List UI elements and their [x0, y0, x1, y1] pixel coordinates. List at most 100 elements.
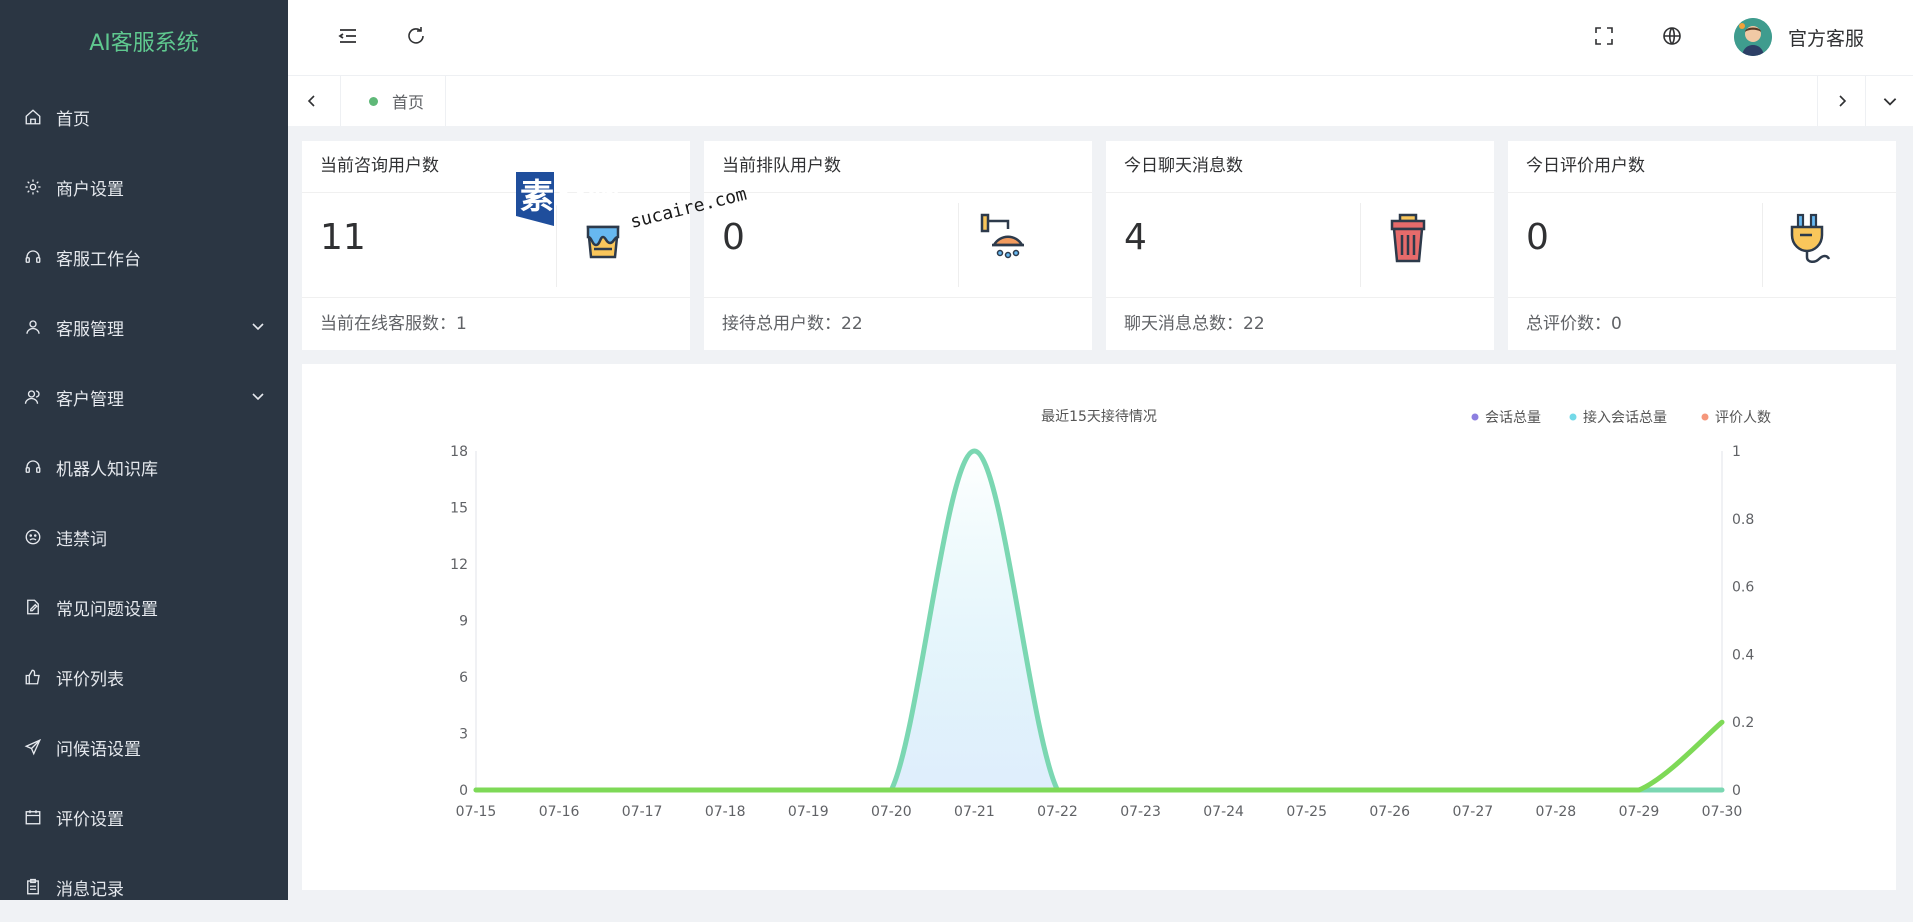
y-left-tick-label: 3	[459, 727, 468, 743]
sidebar-item-label: 问候语设置	[56, 739, 141, 760]
app-logo-title: AI客服系统	[89, 31, 199, 56]
stat-card-footer: 聊天消息总数：22	[1124, 314, 1265, 334]
y-right-tick-label: 0.8	[1732, 512, 1754, 528]
x-tick-label: 07-22	[1037, 804, 1078, 820]
chevron-down-icon	[1883, 98, 1897, 106]
tab-home[interactable]: 首页	[340, 76, 446, 126]
stat-card-footer: 接待总用户数：22	[722, 314, 863, 334]
user-menu[interactable]: 官方客服	[1734, 18, 1864, 56]
legend-marker	[1701, 413, 1709, 421]
x-tick-label: 07-25	[1286, 804, 1327, 820]
legend-label[interactable]: 会话总量	[1485, 410, 1541, 426]
chevron-left-icon	[307, 95, 315, 107]
sidebar-item-agent-management[interactable]: 客服管理	[0, 292, 288, 362]
refresh-icon[interactable]	[404, 24, 428, 48]
x-tick-label: 07-30	[1702, 804, 1743, 820]
watermark-logo: 素材熱 sucaire.com	[514, 168, 764, 238]
sidebar-item-label: 客户管理	[56, 389, 124, 410]
x-tick-label: 07-15	[456, 804, 497, 820]
home-icon	[24, 108, 42, 126]
thumbs-up-icon	[24, 668, 42, 686]
stat-card-value: 11	[320, 217, 366, 258]
menu-fold-icon[interactable]	[336, 24, 360, 48]
x-tick-label: 07-29	[1619, 804, 1660, 820]
sidebar-item-label: 违禁词	[56, 529, 107, 550]
x-tick-label: 07-20	[871, 804, 912, 820]
sidebar-item-greeting-settings[interactable]: 问候语设置	[0, 712, 288, 782]
edit-doc-icon	[24, 598, 42, 616]
stat-card-footer: 当前在线客服数：1	[320, 314, 467, 334]
reception-chart-panel: 最近15天接待情况 会话总量 接入会话总量 评价人数 0 3 6 9 12 15 18 0 0.2 0…	[302, 364, 1896, 890]
x-tick-label: 07-26	[1369, 804, 1410, 820]
headset-icon	[24, 458, 42, 476]
sidebar-item-merchant-settings[interactable]: 商户设置	[0, 152, 288, 222]
divider	[1360, 203, 1361, 287]
stat-card-footer: 总评价数：0	[1526, 314, 1622, 334]
tabs-menu-button[interactable]	[1865, 76, 1913, 126]
y-right-tick-label: 1	[1732, 444, 1741, 460]
x-tick-label: 07-24	[1203, 804, 1244, 820]
series-line	[473, 719, 1725, 793]
sidebar-item-robot-knowledge[interactable]: 机器人知识库	[0, 432, 288, 502]
fullscreen-icon[interactable]	[1592, 24, 1616, 48]
x-tick-label: 07-28	[1536, 804, 1577, 820]
stat-card-title: 今日评价用户数	[1508, 141, 1896, 193]
legend-marker	[1471, 413, 1479, 421]
gear-icon	[24, 178, 42, 196]
sidebar-item-message-log[interactable]: 消息记录	[0, 852, 288, 922]
divider	[1762, 203, 1763, 287]
plug-icon	[1780, 209, 1840, 269]
shower-icon	[976, 209, 1036, 269]
sidebar-item-label: 评价设置	[56, 809, 124, 830]
frown-icon	[24, 528, 42, 546]
sidebar-item-review-settings[interactable]: 评价设置	[0, 782, 288, 852]
sidebar-item-label: 机器人知识库	[56, 459, 158, 480]
stat-card-value: 4	[1124, 217, 1147, 258]
tabs-scroll-left-button[interactable]	[288, 76, 336, 126]
series-line	[473, 448, 1725, 793]
calendar-icon	[24, 808, 42, 826]
chevron-down-icon	[250, 388, 266, 404]
stat-card-today-reviews: 今日评价用户数 0 总评价数：0	[1508, 141, 1896, 350]
sidebar-item-faq-settings[interactable]: 常见问题设置	[0, 572, 288, 642]
trash-can-icon	[1378, 209, 1438, 269]
sidebar-item-label: 评价列表	[56, 669, 124, 690]
user-name: 官方客服	[1788, 27, 1865, 50]
y-right-tick-label: 0.4	[1732, 647, 1754, 663]
sidebar-item-agent-workbench[interactable]: 客服工作台	[0, 222, 288, 292]
stat-card-title: 今日聊天消息数	[1106, 141, 1494, 193]
y-left-tick-label: 15	[450, 501, 468, 517]
sidebar-item-label: 客服管理	[56, 319, 124, 340]
watermark-text-cn: 素材熱	[520, 177, 622, 217]
sidebar-item-customer-management[interactable]: 客户管理	[0, 362, 288, 432]
top-header: 官方客服	[288, 0, 1913, 76]
tabs-scroll-right-button[interactable]	[1817, 76, 1866, 126]
avatar	[1734, 18, 1772, 56]
sidebar-item-home[interactable]: 首页	[0, 82, 288, 152]
y-left-tick-label: 6	[459, 670, 468, 686]
reception-chart: 最近15天接待情况 会话总量 接入会话总量 评价人数 0 3 6 9 12 15 18 0 0.2 0…	[450, 408, 1771, 820]
watermark-text-en: sucaire.com	[628, 184, 749, 233]
users-icon	[24, 388, 42, 406]
globe-icon[interactable]	[1660, 24, 1684, 48]
chart-title: 最近15天接待情况	[1041, 408, 1157, 425]
legend-label[interactable]: 接入会话总量	[1583, 409, 1667, 426]
x-tick-label: 07-18	[705, 804, 746, 820]
sidebar-item-label: 客服工作台	[56, 249, 141, 270]
stat-card-today-messages: 今日聊天消息数 4 聊天消息总数：22	[1106, 141, 1494, 350]
y-left-tick-label: 9	[459, 614, 468, 630]
x-tick-label: 07-23	[1120, 804, 1161, 820]
stat-card-value: 0	[1526, 217, 1549, 258]
sidebar-item-label: 首页	[56, 109, 90, 130]
sidebar-item-review-list[interactable]: 评价列表	[0, 642, 288, 712]
y-right-tick-label: 0.2	[1732, 715, 1754, 731]
headset-icon	[24, 248, 42, 266]
legend-label[interactable]: 评价人数	[1715, 410, 1771, 426]
divider	[958, 203, 959, 287]
active-dot	[369, 96, 378, 106]
y-right-tick-label: 0.6	[1732, 580, 1754, 596]
sidebar-item-banned-words[interactable]: 违禁词	[0, 502, 288, 572]
x-tick-label: 07-21	[954, 804, 995, 820]
x-tick-label: 07-27	[1452, 804, 1493, 820]
chevron-right-icon	[1839, 95, 1847, 107]
